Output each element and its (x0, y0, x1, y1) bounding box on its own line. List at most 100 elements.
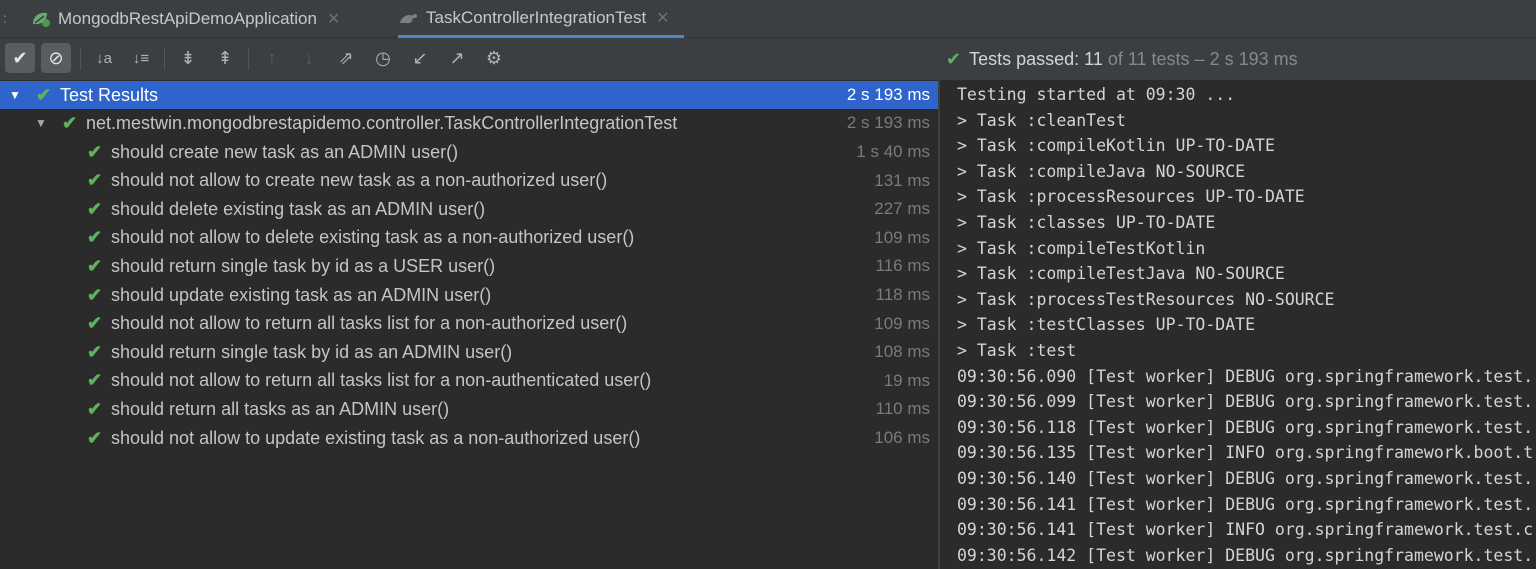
sort-duration-icon: ↓≡ (132, 49, 150, 67)
sort-alphabetically-button[interactable]: ↓a (89, 43, 119, 73)
arrow-up-icon: ↑ (267, 47, 277, 68)
sort-by-duration-button[interactable]: ↓≡ (126, 43, 156, 73)
console-line: 09:30:56.135 [Test worker] INFO org.spri… (957, 443, 1534, 463)
tree-node-label: should not allow to create new task as a… (111, 170, 608, 191)
export-arrow-icon: ↗ (449, 47, 465, 68)
tree-test-node[interactable]: ✔ should not allow to delete existing tas… (0, 224, 938, 252)
toolbar-separator (80, 48, 81, 70)
test-status-summary: ✔ Tests passed: 11 of 11 tests – 2 s 193… (940, 38, 1536, 80)
console-line: > Task :testClasses UP-TO-DATE (957, 315, 1256, 335)
expand-arrow-icon[interactable]: ▼ (9, 88, 21, 102)
tree-node-duration: 2 s 193 ms (846, 85, 930, 104)
console-line: > Task :processResources UP-TO-DATE (957, 187, 1305, 207)
check-icon: ✔ (62, 112, 78, 133)
tree-test-node[interactable]: ✔ should update existing task as an ADMIN… (0, 281, 938, 309)
tab-label: MongodbRestApiDemoApplication (58, 9, 317, 28)
tab-run-config-app[interactable]: MongodbRestApiDemoApplication ✕ (30, 0, 340, 38)
gear-icon: ⚙ (485, 47, 503, 68)
tree-test-node[interactable]: ✔ should not allow to return all tasks li… (0, 310, 938, 338)
console-line: > Task :test (957, 341, 1077, 360)
tree-test-node[interactable]: ✔ should return single task by id as a US… (0, 252, 938, 280)
check-icon: ✔ (87, 313, 103, 334)
toolbar-separator (164, 48, 165, 70)
tree-node-duration: 1 s 40 ms (856, 142, 930, 161)
editor-tab-bar: : MongodbRestApiDemoApplication ✕ TaskCo… (0, 0, 1536, 38)
ignored-icon: ⊘ (48, 47, 64, 68)
arrow-down-icon: ↓ (304, 47, 314, 68)
tree-node-duration: 2 s 193 ms (846, 113, 930, 132)
console-output[interactable]: Testing started at 09:30 ... > Task :clea… (940, 80, 1536, 569)
console-line: 09:30:56.118 [Test worker] DEBUG org.spr… (957, 417, 1534, 437)
show-ignored-button[interactable]: ⊘ (41, 43, 71, 73)
tree-node-duration: 19 ms (883, 370, 930, 390)
tree-test-node[interactable]: ✔ should not allow to update existing tas… (0, 424, 938, 452)
show-passed-button[interactable]: ✔ (5, 43, 35, 73)
check-icon: ✔ (87, 284, 103, 305)
console-line: 09:30:56.141 [Test worker] INFO org.spri… (957, 520, 1534, 540)
check-icon: ✔ (87, 341, 103, 362)
import-arrow-icon: ↙ (412, 47, 428, 68)
console-line: > Task :cleanTest (957, 110, 1126, 130)
tree-node-label: should not allow to delete existing task… (111, 227, 635, 248)
test-results-tree: ▼ ✔ Test Results 2 s 193 ms ▼ ✔ net.mest… (0, 80, 938, 569)
tree-node-duration: 118 ms (875, 285, 931, 304)
expand-all-button[interactable]: ⇟ (173, 43, 203, 73)
console-line: 09:30:56.099 [Test worker] DEBUG org.spr… (957, 392, 1534, 412)
sort-alpha-icon: ↓a (96, 49, 112, 67)
tree-root-test-results[interactable]: ▼ ✔ Test Results 2 s 193 ms (0, 81, 938, 109)
import-tests-button[interactable]: ⇗ (331, 43, 361, 73)
tree-node-label: should delete existing task as an ADMIN … (111, 198, 486, 219)
expand-arrow-icon[interactable]: ▼ (35, 116, 47, 130)
import-results-button[interactable]: ↙ (405, 43, 435, 73)
tree-node-label: Test Results (60, 84, 159, 105)
tree-node-label: should not allow to return all tasks lis… (111, 313, 628, 334)
tree-test-node[interactable]: ✔ should return all tasks as an ADMIN use… (0, 395, 938, 423)
tree-node-duration: 110 ms (875, 399, 931, 419)
tree-test-node[interactable]: ✔ should create new task as an ADMIN user… (0, 138, 938, 166)
tree-test-node[interactable]: ✔ should return single task by id as an A… (0, 338, 938, 366)
tree-test-node[interactable]: ✔ should not allow to create new task as … (0, 167, 938, 195)
console-line: 09:30:56.141 [Test worker] DEBUG org.spr… (957, 494, 1534, 514)
tab-run-config-test[interactable]: TaskControllerIntegrationTest ✕ (398, 0, 684, 38)
collapse-all-button[interactable]: ⇞ (210, 43, 240, 73)
close-icon[interactable]: ✕ (327, 9, 340, 29)
kotlin-test-icon (398, 9, 420, 27)
console-line: 09:30:56.142 [Test worker] DEBUG org.spr… (957, 545, 1534, 565)
spring-boot-run-icon (30, 10, 52, 28)
check-icon: ✔ (36, 84, 52, 105)
import-tests-icon: ⇗ (338, 47, 354, 68)
check-icon: ✔ (12, 47, 28, 68)
tab-overflow-icon[interactable]: : (3, 10, 7, 26)
tree-node-label: should not allow to update existing task… (111, 427, 641, 448)
tree-test-node[interactable]: ✔ should not allow to return all tasks li… (0, 367, 938, 395)
console-line: > Task :compileTestJava NO-SOURCE (957, 264, 1285, 284)
tree-node-duration: 131 ms (874, 170, 930, 190)
export-results-button[interactable]: ↗ (442, 43, 472, 73)
history-clock-icon: ◷ (375, 47, 391, 68)
check-icon: ✔ (87, 227, 103, 248)
status-suffix: of 11 tests – 2 s 193 ms (1107, 48, 1298, 69)
close-icon[interactable]: ✕ (656, 8, 669, 28)
check-icon: ✔ (87, 370, 103, 391)
check-icon: ✔ (87, 198, 103, 219)
tree-suite-node[interactable]: ▼ ✔ net.mestwin.mongodbrestapidemo.contr… (0, 109, 938, 137)
console-line: 09:30:56.140 [Test worker] DEBUG org.spr… (957, 469, 1534, 488)
next-failed-button[interactable]: ↓ (294, 43, 324, 73)
check-icon: ✔ (946, 48, 962, 69)
console-line: 09:30:56.090 [Test worker] DEBUG org.spr… (957, 366, 1534, 386)
previous-failed-button[interactable]: ↑ (257, 43, 287, 73)
check-icon: ✔ (87, 141, 103, 162)
expand-all-icon: ⇟ (180, 47, 196, 68)
console-line: > Task :processTestResources NO-SOURCE (957, 289, 1335, 309)
tree-node-duration: 106 ms (874, 428, 930, 447)
console-line: > Task :compileKotlin UP-TO-DATE (957, 136, 1275, 156)
test-history-button[interactable]: ◷ (368, 43, 398, 73)
tree-node-label: should update existing task as an ADMIN … (111, 284, 492, 305)
tree-test-node[interactable]: ✔ should delete existing task as an ADMIN… (0, 195, 938, 223)
settings-button[interactable]: ⚙ (479, 43, 509, 73)
status-prefix: Tests passed: (969, 48, 1080, 69)
tree-node-duration: 109 ms (874, 227, 930, 247)
check-icon: ✔ (87, 427, 103, 448)
tree-node-duration: 109 ms (874, 313, 930, 333)
console-line: Testing started at 09:30 ... (957, 85, 1236, 104)
